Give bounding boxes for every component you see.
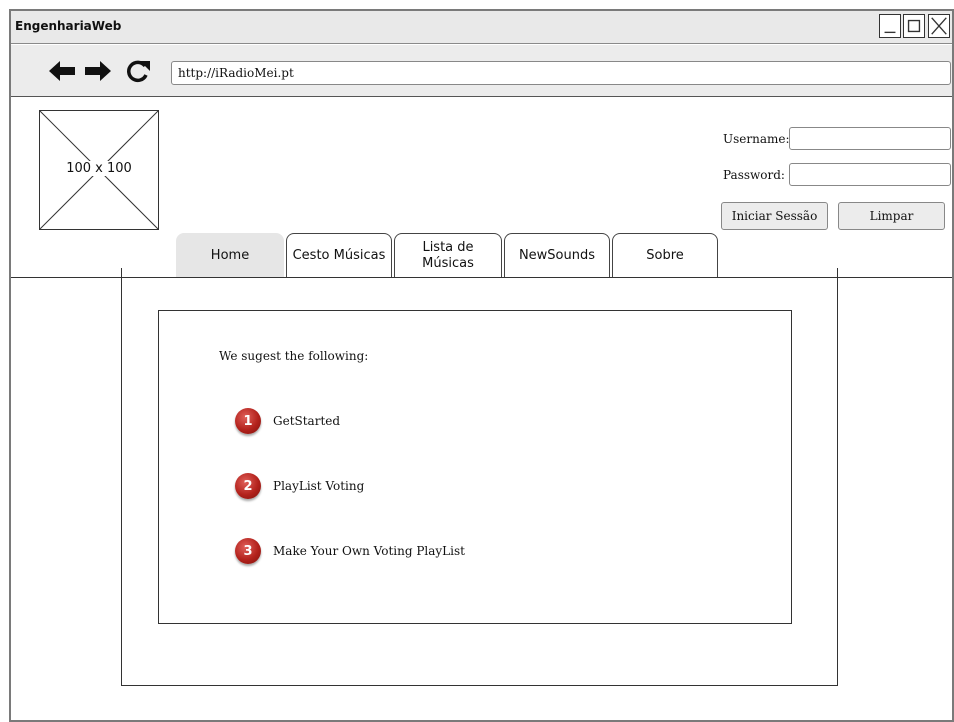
title-bar: EngenhariaWeb xyxy=(11,11,952,44)
minimize-icon xyxy=(884,31,896,34)
logo-dimensions: 100 x 100 xyxy=(65,161,133,176)
close-button[interactable] xyxy=(928,14,950,38)
arrow-left-icon xyxy=(49,61,75,81)
password-label: Password: xyxy=(723,168,785,182)
suggestion-item-1[interactable]: 1 GetStarted xyxy=(235,408,340,434)
suggestion-item-2[interactable]: 2 PlayList Voting xyxy=(235,473,364,499)
page-header: 100 x 100 Username: Password: Iniciar Se… xyxy=(11,98,952,278)
number-badge-icon: 1 xyxy=(235,408,261,434)
suggestion-label: GetStarted xyxy=(273,414,341,428)
username-input[interactable] xyxy=(789,127,951,150)
suggestions-intro: We sugest the following: xyxy=(219,349,369,363)
suggestion-label: Make Your Own Voting PlayList xyxy=(273,544,465,558)
window-title: EngenhariaWeb xyxy=(15,19,122,33)
number-badge-icon: 2 xyxy=(235,473,261,499)
reload-icon xyxy=(127,60,150,83)
suggestions-panel: We sugest the following: 1 GetStarted 2 … xyxy=(158,310,792,624)
forward-button[interactable] xyxy=(83,58,113,84)
number-badge-icon: 3 xyxy=(235,538,261,564)
suggestion-item-3[interactable]: 3 Make Your Own Voting PlayList xyxy=(235,538,465,564)
close-icon xyxy=(931,17,947,35)
back-button[interactable] xyxy=(47,58,77,84)
arrow-right-icon xyxy=(85,61,111,81)
minimize-button[interactable] xyxy=(879,14,901,38)
browser-toolbar: http://iRadioMei.pt xyxy=(11,45,952,97)
login-button[interactable]: Iniciar Sessão xyxy=(721,202,828,230)
username-label: Username: xyxy=(723,132,790,146)
reload-button[interactable] xyxy=(123,58,153,84)
maximize-icon xyxy=(907,19,921,33)
address-bar[interactable]: http://iRadioMei.pt xyxy=(171,61,951,85)
suggestion-label: PlayList Voting xyxy=(273,479,365,493)
password-input[interactable] xyxy=(789,163,951,186)
logo-placeholder: 100 x 100 xyxy=(39,110,159,230)
maximize-button[interactable] xyxy=(903,14,925,38)
clear-button[interactable]: Limpar xyxy=(838,202,945,230)
